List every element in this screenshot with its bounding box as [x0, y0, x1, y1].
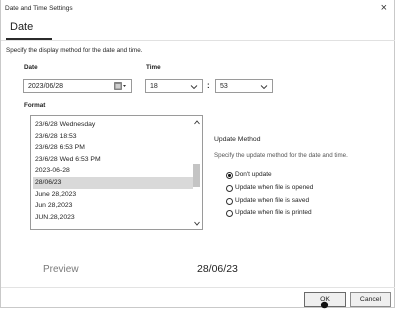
list-item[interactable]: 23/6/28 18:53 [33, 131, 193, 143]
format-label: Format [24, 102, 46, 109]
update-method-description: Specify the update method for the date a… [214, 152, 348, 159]
calendar-dropdown-icon[interactable] [114, 82, 127, 90]
list-item[interactable]: 2023-06-28 [33, 165, 193, 177]
radio-label: Update when file is printed [235, 209, 312, 216]
list-item[interactable]: June 28,2023 [33, 189, 193, 201]
minute-value: 53 [220, 82, 228, 90]
radio-label: Update when file is opened [235, 184, 314, 191]
hour-value: 18 [150, 82, 158, 90]
list-item-selected[interactable]: 28/06/23 [33, 177, 193, 189]
title-bar: Date and Time Settings × [1, 0, 395, 19]
list-item[interactable]: 23/6/28 6:53 PM [33, 142, 193, 154]
window-title: Date and Time Settings [5, 5, 73, 12]
tab-divider [1, 40, 395, 41]
scrollbar-thumb[interactable] [193, 164, 200, 187]
date-time-settings-dialog: Date and Time Settings × Date Specify th… [0, 0, 395, 309]
preview-label: Preview [43, 264, 79, 275]
list-item[interactable]: 23/6/28 Wednesday [33, 119, 193, 131]
date-picker[interactable]: 2023/06/28 [23, 79, 132, 93]
radio-label: Don't update [235, 171, 272, 178]
cancel-button[interactable]: Cancel [350, 292, 391, 307]
tab-date[interactable]: Date [10, 21, 33, 33]
radio-button[interactable] [226, 210, 233, 217]
minute-select[interactable]: 53 [215, 79, 273, 93]
time-label: Time [146, 64, 161, 71]
radio-label: Update when file is saved [235, 197, 310, 204]
hour-select[interactable]: 18 [145, 79, 203, 93]
preview-value: 28/06/23 [197, 263, 238, 275]
chevron-down-icon [190, 85, 198, 90]
footer-divider [1, 287, 395, 288]
close-icon[interactable]: × [381, 2, 387, 14]
list-item[interactable]: JUN.28,2023 [33, 212, 193, 224]
mouse-cursor-icon [320, 301, 329, 309]
update-method-title: Update Method [214, 136, 261, 143]
time-separator: : [207, 81, 210, 90]
dialog-description: Specify the display method for the date … [6, 47, 143, 54]
list-item[interactable]: 23/6/28 Wed 6:53 PM [33, 154, 193, 166]
scroll-down-icon[interactable] [194, 221, 200, 226]
scroll-up-icon[interactable] [194, 120, 200, 125]
list-item[interactable]: Jun 28,2023 [33, 200, 193, 212]
radio-button-checked[interactable] [226, 172, 233, 179]
format-listbox[interactable]: 23/6/28 Wednesday 23/6/28 18:53 23/6/28 … [30, 115, 203, 230]
date-value: 2023/06/28 [28, 82, 64, 90]
radio-button[interactable] [226, 185, 233, 192]
date-label: Date [24, 64, 38, 71]
chevron-down-icon [260, 85, 268, 90]
radio-button[interactable] [226, 198, 233, 205]
